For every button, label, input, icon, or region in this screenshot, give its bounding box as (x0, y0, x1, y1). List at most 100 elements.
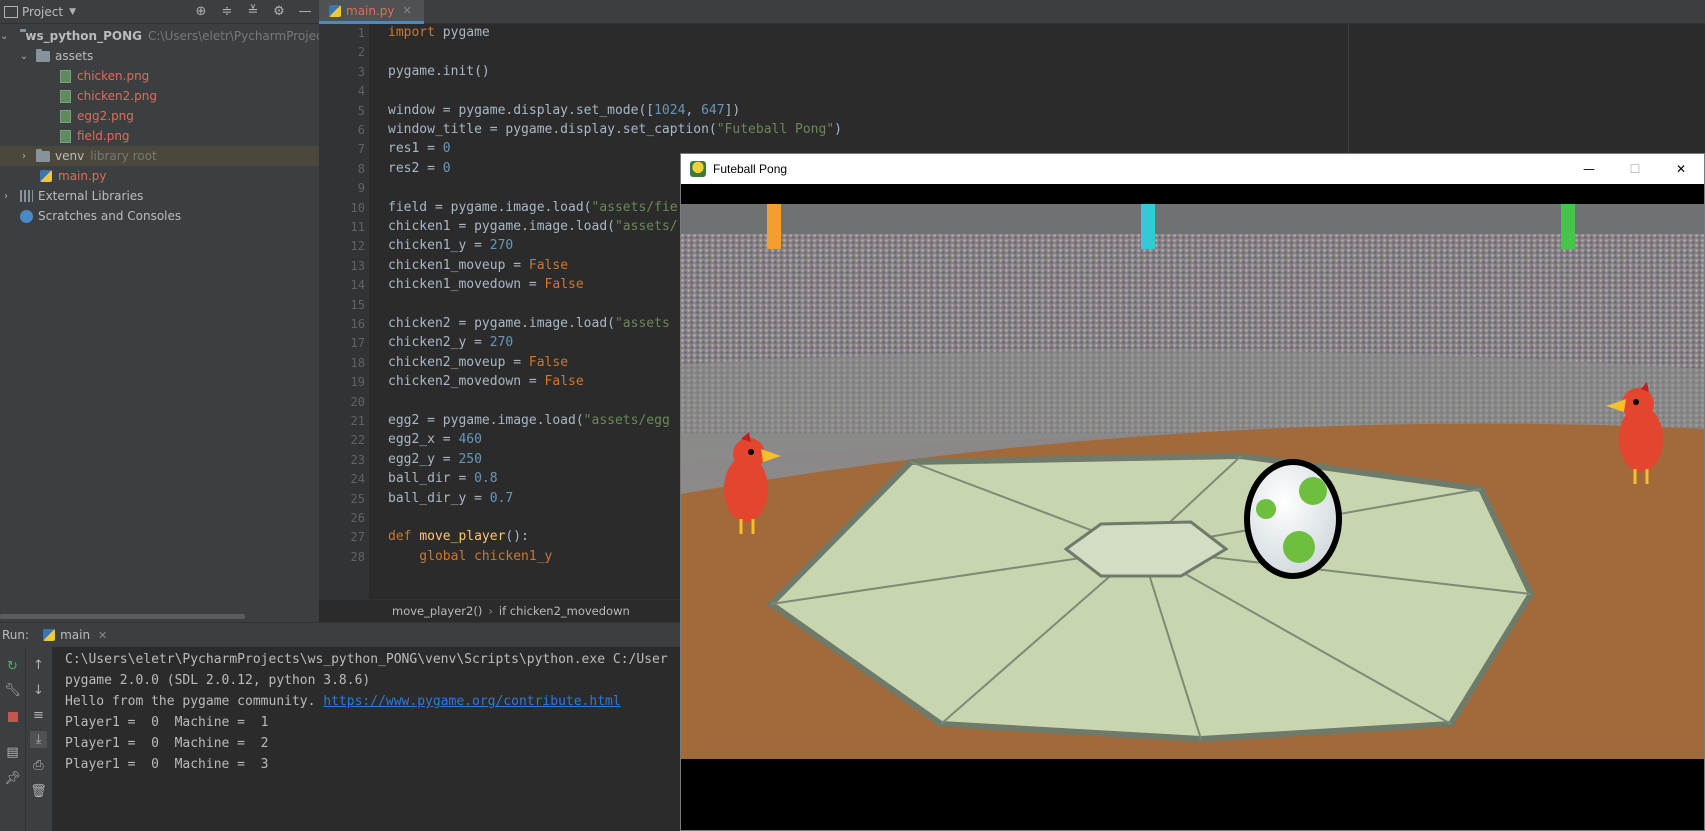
chevron-down-icon[interactable]: ⌄ (0, 31, 8, 42)
tab-main-py[interactable]: main.py ✕ (319, 0, 424, 24)
code-token: 250 (458, 451, 482, 467)
trash-icon[interactable]: 🗑︎ (30, 783, 47, 800)
game-canvas[interactable] (681, 204, 1704, 784)
game-window[interactable]: Futeball Pong — ☐ ✕ (680, 153, 1705, 831)
run-panel-label: Run: (2, 628, 30, 642)
egg-ball (1244, 459, 1342, 579)
chevron-down-icon[interactable]: ⌄ (18, 51, 30, 62)
image-file-icon (60, 129, 71, 143)
line-number: 25 (350, 491, 365, 506)
code-line: chicken1 = pygame.image.load("assets/ (388, 219, 678, 234)
wrench-icon[interactable]: 🔧︎ (4, 682, 21, 699)
arrow-up-icon[interactable]: ↑ (30, 657, 47, 674)
code-token: chicken2_moveup = (388, 354, 529, 370)
console-line: Player1 = 0 Machine = 3 (65, 757, 269, 772)
tree-item-label: main.py (58, 169, 107, 183)
window-close-button[interactable]: ✕ (1658, 154, 1704, 184)
layout-icon[interactable]: ▤ (4, 744, 21, 761)
code-token: "assets (614, 316, 670, 331)
tree-item-assets[interactable]: ⌄ assets (0, 46, 319, 66)
close-icon[interactable]: ✕ (98, 629, 107, 642)
folder-icon (36, 148, 50, 162)
code-line: chicken2_moveup = False (388, 355, 568, 370)
minimize-icon[interactable]: — (297, 3, 313, 19)
horizontal-scrollbar[interactable] (0, 614, 245, 619)
breadcrumb-item[interactable]: if chicken2_movedown (499, 604, 630, 618)
line-number: 1 (357, 26, 365, 40)
chevron-down-icon[interactable]: ▼ (69, 7, 76, 17)
code-token: False (528, 354, 569, 370)
code-line: res1 = 0 (388, 141, 451, 156)
line-number: 23 (350, 452, 365, 467)
line-number: 26 (350, 511, 365, 525)
code-token: window = pygame.display.set_mode([ (388, 102, 655, 118)
collapse-all-icon[interactable]: ≚ (245, 3, 261, 19)
code-token: ]) (724, 102, 741, 118)
tree-item-label: field.png (77, 129, 130, 143)
console-line: C:\Users\eletr\PycharmProjects\ws_python… (65, 652, 668, 667)
close-icon[interactable]: ✕ (403, 4, 412, 17)
pygame-icon (690, 161, 706, 177)
rerun-icon[interactable]: ↻ (4, 658, 21, 675)
code-line: global chicken1_y (388, 549, 552, 564)
code-token: False (544, 277, 584, 293)
tree-item-label: chicken2.png (77, 89, 157, 103)
code-token: "assets/egg (583, 413, 670, 428)
tree-item-external-libraries[interactable]: › External Libraries (0, 186, 319, 206)
console-link[interactable]: https://www.pygame.org/contribute.html (323, 694, 620, 709)
tree-item-scratches[interactable]: Scratches and Consoles (0, 206, 319, 226)
tree-item-field-png[interactable]: field.png (0, 126, 319, 146)
tree-item-main-py[interactable]: main.py (0, 166, 319, 186)
banner-orange (767, 204, 781, 249)
line-number: 19 (350, 375, 365, 390)
project-view-selector[interactable]: Project (22, 5, 63, 19)
tree-item-label: venv (55, 149, 85, 163)
scroll-end-icon[interactable]: ⤓ (30, 731, 47, 748)
code-line: pygame.init() (388, 64, 490, 79)
line-number: 7 (357, 142, 365, 157)
line-number: 8 (357, 161, 365, 176)
tab-label: main.py (346, 3, 395, 18)
game-window-title: Futeball Pong (713, 162, 788, 176)
chevron-right-icon[interactable]: › (18, 151, 30, 162)
line-number: 16 (350, 317, 365, 331)
code-token: 0.8 (474, 471, 498, 487)
game-window-titlebar[interactable]: Futeball Pong — ☐ ✕ (681, 154, 1704, 184)
code-token: chicken1_movedown = (388, 277, 545, 293)
window-minimize-button[interactable]: — (1566, 154, 1612, 184)
arrow-down-icon[interactable]: ↓ (30, 682, 47, 699)
expand-all-icon[interactable]: ≑ (219, 3, 235, 19)
console-output[interactable]: C:\Users\eletr\PycharmProjects\ws_python… (52, 647, 680, 831)
locate-icon[interactable]: ⊕ (193, 3, 209, 19)
window-maximize-button[interactable]: ☐ (1612, 154, 1658, 184)
line-number: 10 (350, 200, 365, 215)
tree-item-project-root[interactable]: ⌄ ws_python_PONG C:\Users\eletr\PycharmP… (0, 26, 347, 46)
tree-item-egg2-png[interactable]: egg2.png (0, 106, 319, 126)
pin-icon[interactable]: 📌︎ (4, 770, 21, 787)
soft-wrap-icon[interactable]: ≡ (30, 707, 47, 724)
chevron-right-icon[interactable]: › (0, 191, 12, 202)
stop-icon[interactable] (4, 708, 21, 725)
code-line: window = pygame.display.set_mode([1024, … (388, 103, 740, 118)
banner-green (1561, 204, 1575, 249)
gear-icon[interactable]: ⚙ (271, 3, 287, 19)
tree-item-label: External Libraries (38, 189, 144, 203)
line-number: 9 (357, 181, 365, 196)
tree-item-chicken2-png[interactable]: chicken2.png (0, 86, 319, 106)
tree-item-label: ws_python_PONG (25, 29, 142, 43)
code-token: chicken1_moveup = (388, 257, 529, 273)
code-line: window_title = pygame.display.set_captio… (388, 122, 842, 137)
run-tab-main[interactable]: main ✕ (43, 628, 107, 642)
line-number: 24 (350, 472, 365, 487)
tree-item-path: C:\Users\eletr\PycharmProjects\w (148, 29, 348, 43)
chevron-right-icon: › (488, 604, 493, 618)
tree-item-chicken-png[interactable]: chicken.png (0, 66, 319, 86)
breadcrumb-item[interactable]: move_player2() (392, 604, 482, 618)
line-number: 6 (357, 123, 365, 137)
code-line: egg2_x = 460 (388, 432, 482, 447)
tree-item-venv[interactable]: › venv library root (0, 146, 319, 166)
code-token: , (685, 102, 702, 118)
line-number: 4 (357, 84, 365, 99)
print-icon[interactable]: ⎙ (30, 757, 47, 774)
code-token: False (544, 374, 584, 390)
